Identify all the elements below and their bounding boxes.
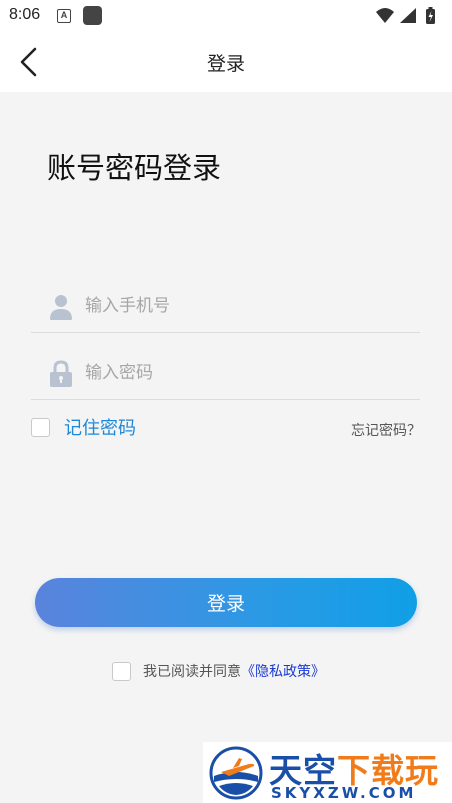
- signal-icon: [400, 8, 416, 23]
- navbar: 登录: [0, 32, 452, 92]
- remember-label: 记住密码: [64, 418, 136, 439]
- remember-password-toggle[interactable]: 记住密码: [31, 414, 136, 440]
- login-heading: 账号密码登录: [47, 151, 222, 185]
- password-input[interactable]: [85, 358, 405, 388]
- privacy-policy-link[interactable]: 《隐私政策》: [241, 661, 325, 681]
- page-title: 登录: [206, 53, 245, 75]
- user-icon: [49, 293, 73, 321]
- status-icons: [374, 6, 444, 30]
- agreement-row: 我已阅读并同意 《隐私政策》: [112, 661, 325, 681]
- agreement-text: 我已阅读并同意: [143, 664, 241, 680]
- airplane-logo-icon: [209, 746, 263, 800]
- status-time: 8:06: [9, 6, 41, 23]
- forgot-password-link[interactable]: 忘记密码？: [351, 420, 421, 440]
- watermark-subtitle: SKYXZW.COM: [271, 784, 417, 802]
- remember-checkbox[interactable]: [31, 417, 50, 437]
- notification-square-icon: [83, 6, 102, 25]
- login-button[interactable]: 登录: [35, 578, 417, 627]
- phone-field: [31, 283, 420, 333]
- lock-icon: [49, 360, 73, 388]
- wifi-icon: [376, 8, 394, 23]
- watermark: 天空下载玩 SKYXZW.COM: [203, 742, 452, 803]
- agreement-checkbox[interactable]: [112, 661, 131, 681]
- phone-input[interactable]: [85, 291, 405, 321]
- battery-icon: [426, 7, 435, 24]
- password-field: [31, 350, 420, 400]
- notification-a-icon: A: [57, 9, 71, 23]
- status-bar: 8:06 A: [0, 0, 452, 32]
